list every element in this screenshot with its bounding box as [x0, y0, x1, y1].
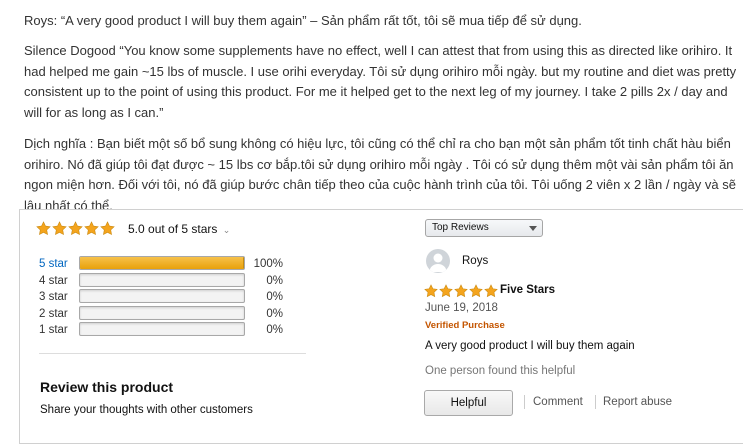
histogram-bar: [79, 322, 245, 336]
star-icon: [439, 284, 453, 298]
histogram-percent: 0%: [266, 324, 283, 336]
histogram-label: 1 star: [39, 324, 68, 336]
review-title[interactable]: Five Stars: [500, 284, 555, 296]
review-card: Roys Five Stars June 19, 2018 Verified P…: [424, 248, 724, 443]
helpful-count-text: One person found this helpful: [425, 365, 576, 377]
histogram-row-2: 2 star 0%: [39, 305, 299, 322]
summary-stars: [36, 221, 115, 236]
review-author[interactable]: Roys: [462, 255, 488, 267]
review-quote-roys: Roys: “A very good product I will buy th…: [24, 13, 582, 28]
star-icon: [484, 284, 498, 298]
sort-select[interactable]: Top Reviews: [425, 219, 543, 237]
review-date: June 19, 2018: [425, 302, 498, 314]
star-icon: [454, 284, 468, 298]
helpful-button[interactable]: Helpful: [424, 390, 513, 416]
histogram-bar: [79, 305, 245, 320]
histogram-row-5[interactable]: 5 star 100%: [39, 256, 299, 272]
share-thoughts-text: Share your thoughts with other customers: [40, 404, 253, 416]
histogram-bar: [79, 289, 245, 303]
star-icon: [100, 221, 115, 236]
action-separator: [524, 395, 525, 409]
histogram-row-4: 4 star 0%: [39, 272, 299, 289]
histogram-bar: [79, 272, 245, 287]
helpful-button-label: Helpful: [450, 397, 487, 409]
histogram-label[interactable]: 5 star: [39, 256, 75, 272]
histogram-percent: 0%: [266, 274, 283, 287]
histogram-row-3: 3 star 0%: [39, 289, 299, 305]
divider: [39, 353, 306, 354]
histogram-row-1: 1 star 0%: [39, 322, 299, 338]
star-icon: [36, 221, 51, 236]
rating-summary: 5.0 out of 5 stars ⌄: [36, 220, 316, 240]
translation-paragraph: Dịch nghĩa : Bạn biết một số bổ sung khô…: [24, 136, 736, 213]
histogram-percent: 100%: [253, 258, 283, 270]
report-abuse-link[interactable]: Report abuse: [603, 396, 672, 408]
review-body: A very good product I will buy them agai…: [425, 340, 635, 352]
review-quote-silence-dogood: Silence Dogood “You know some supplement…: [24, 43, 737, 120]
chevron-down-icon: [529, 226, 537, 231]
star-icon: [469, 284, 483, 298]
rating-histogram: 5 star 100% 4 star 0% 3 star 0% 2 star 0…: [39, 256, 299, 336]
chevron-down-icon: ⌄: [222, 225, 231, 235]
action-separator: [595, 395, 596, 409]
histogram-percent: 0%: [266, 307, 283, 320]
review-stars: [424, 284, 498, 298]
histogram-label: 2 star: [39, 307, 68, 320]
star-icon: [68, 221, 83, 236]
reviews-panel: 5.0 out of 5 stars ⌄ 5 star 100% 4 star …: [19, 209, 743, 444]
rating-text: 5.0 out of 5 stars: [128, 222, 218, 236]
sort-select-value: Top Reviews: [432, 222, 489, 233]
histogram-label: 3 star: [39, 291, 68, 303]
histogram-percent: 0%: [266, 291, 283, 303]
rating-text-link[interactable]: 5.0 out of 5 stars ⌄: [128, 221, 230, 238]
histogram-label: 4 star: [39, 274, 68, 287]
verified-purchase-badge: Verified Purchase: [425, 320, 505, 331]
review-this-product-heading: Review this product: [40, 379, 174, 395]
user-avatar-icon[interactable]: [426, 249, 450, 273]
histogram-bar[interactable]: [79, 256, 245, 270]
star-icon: [424, 284, 438, 298]
histogram-bar-fill: [80, 257, 244, 269]
star-icon: [52, 221, 67, 236]
comment-link[interactable]: Comment: [533, 396, 583, 408]
star-icon: [84, 221, 99, 236]
